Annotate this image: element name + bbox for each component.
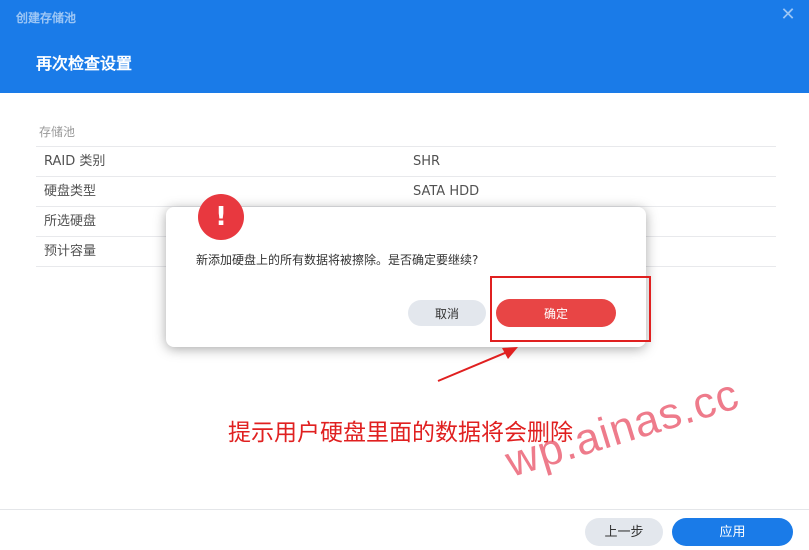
alert-icon: ! bbox=[198, 194, 244, 240]
dialog-message: 新添加硬盘上的所有数据将被擦除。是否确定要继续? bbox=[196, 253, 479, 267]
annotation-arrow-icon bbox=[437, 347, 518, 382]
annotation-highlight-box bbox=[490, 276, 651, 342]
apply-button[interactable]: 应用 bbox=[672, 518, 793, 546]
close-icon[interactable]: ✕ bbox=[777, 4, 799, 26]
page-title: 再次检查设置 bbox=[36, 54, 133, 73]
previous-button[interactable]: 上一步 bbox=[585, 518, 663, 546]
window-title: 创建存储池 bbox=[16, 11, 77, 25]
cancel-button[interactable]: 取消 bbox=[408, 300, 486, 326]
dialog-header: 创建存储池 ✕ 再次检查设置 bbox=[0, 0, 809, 93]
